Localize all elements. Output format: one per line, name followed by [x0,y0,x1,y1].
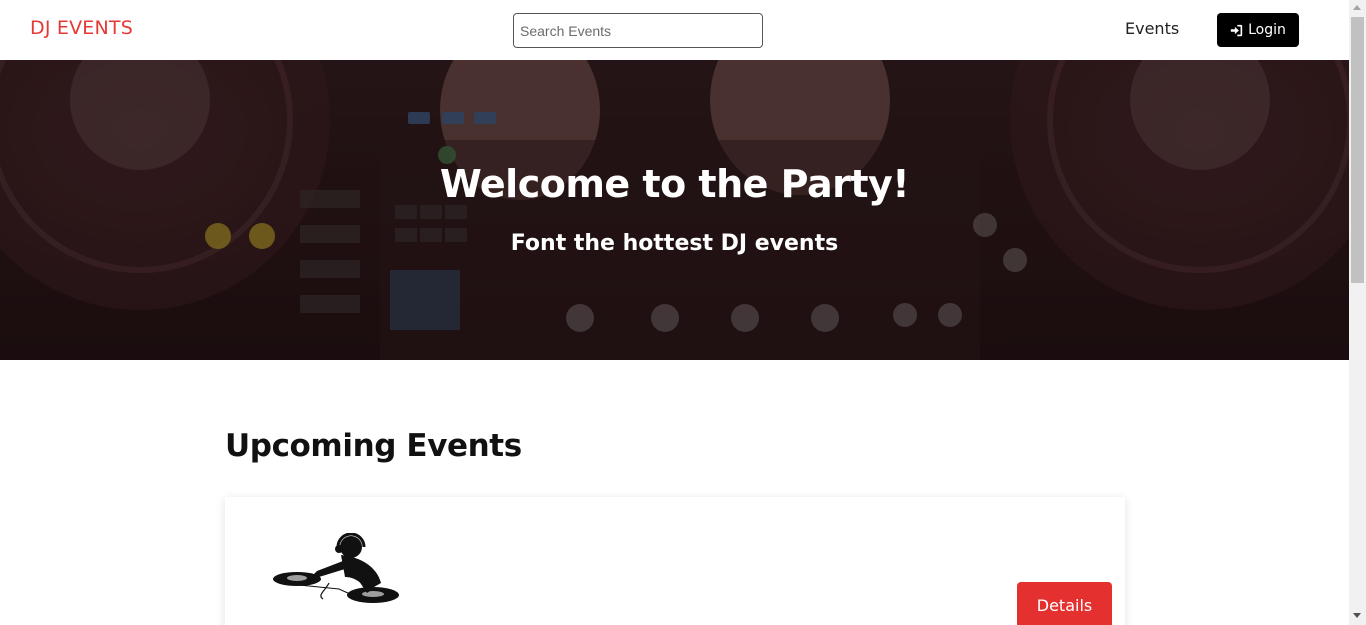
page-scrollbar[interactable] [1349,0,1366,625]
login-button[interactable]: Login [1217,13,1299,47]
sign-in-icon [1230,24,1243,36]
scroll-down-arrow-icon[interactable] [1353,613,1361,618]
dj-turntable-icon [273,533,399,603]
hero-title: Welcome to the Party! [439,162,910,206]
nav-link-events[interactable]: Events [1125,19,1179,38]
hero-subtitle: Font the hottest DJ events [510,231,839,256]
search-input[interactable] [513,13,763,48]
hero-banner: Welcome to the Party! Font the hottest D… [0,60,1349,360]
site-header: DJ EVENTS Events Login [0,0,1349,60]
details-button[interactable]: Details [1017,582,1112,625]
login-label: Login [1248,22,1286,38]
hero-overlay [0,60,1349,360]
site-logo[interactable]: DJ EVENTS [30,17,133,39]
event-card: Details [225,497,1125,625]
scroll-up-arrow-icon[interactable] [1353,5,1361,10]
section-title-upcoming-events: Upcoming Events [225,428,522,464]
scrollbar-thumb[interactable] [1351,17,1364,283]
